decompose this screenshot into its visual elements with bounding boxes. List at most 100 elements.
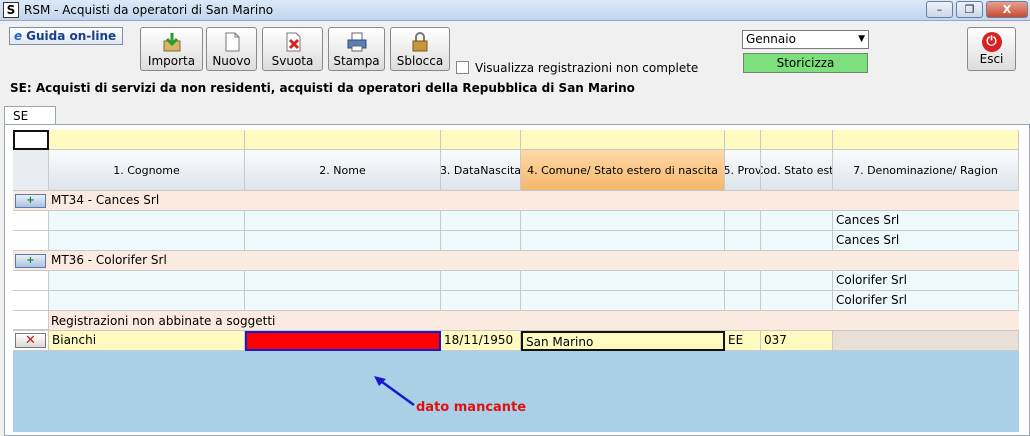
cell-comune[interactable] (521, 271, 725, 291)
cell-comune[interactable] (521, 231, 725, 251)
cell-data-nascita[interactable] (441, 211, 521, 231)
cell-prov[interactable] (725, 231, 761, 251)
cell-denominazione[interactable]: Colorifer Srl (833, 291, 1019, 311)
import-icon (161, 31, 183, 53)
new-document-icon (221, 31, 243, 53)
lock-icon (409, 31, 431, 53)
cell-comune[interactable] (521, 211, 725, 231)
cell-nome-missing[interactable] (245, 331, 441, 351)
cell-prov[interactable] (725, 271, 761, 291)
header-prov[interactable]: 5. Prov (725, 150, 761, 191)
cell-cod-stato[interactable] (761, 231, 833, 251)
table-row[interactable]: Colorifer Srl (13, 291, 1019, 311)
filter-denominazione[interactable] (833, 130, 1019, 150)
grid-panel: 1. Cognome 2. Nome 3. DataNascita 4. Com… (4, 124, 1030, 436)
row-selector[interactable] (13, 271, 49, 291)
annotation-arrow-icon (374, 376, 415, 407)
cell-denominazione[interactable]: Colorifer Srl (833, 271, 1019, 291)
cell-data-nascita[interactable] (441, 291, 521, 311)
cell-prov[interactable]: EE (725, 331, 761, 351)
filter-prov[interactable] (725, 130, 761, 150)
cell-prov[interactable] (725, 291, 761, 311)
cell-data-nascita[interactable] (441, 231, 521, 251)
cell-denominazione[interactable]: Cances Srl (833, 231, 1019, 251)
filter-comune[interactable] (521, 130, 725, 150)
title-bar: S RSM - Acquisti da operatori di San Mar… (0, 0, 1030, 21)
header-cod-stato[interactable]: 6. Cod. Stato estero (761, 150, 833, 191)
filter-cognome[interactable] (49, 130, 245, 150)
esci-button[interactable]: ⏻ Esci (967, 27, 1016, 71)
cell-cognome[interactable]: Bianchi (49, 331, 245, 351)
row-selector[interactable] (13, 231, 49, 251)
unlinked-group-row: Registrazioni non abbinate a soggetti (13, 311, 1019, 331)
cell-cod-stato[interactable] (761, 291, 833, 311)
group-label: MT36 - Colorifer Srl (51, 253, 167, 267)
page-heading: SE: Acquisti di servizi da non residenti… (10, 81, 635, 95)
cell-nome[interactable] (245, 211, 441, 231)
row-selector[interactable] (13, 311, 49, 330)
cell-data-nascita[interactable]: 18/11/1950 (441, 331, 521, 351)
row-selector[interactable] (13, 291, 49, 311)
tab-se[interactable]: SE (4, 106, 56, 125)
cell-denominazione[interactable] (833, 331, 1019, 351)
close-button[interactable]: X (986, 1, 1028, 18)
edit-row[interactable]: ✕ Bianchi 18/11/1950 San Marino EE 037 (13, 331, 1019, 351)
filter-row (13, 130, 1019, 150)
svuota-button[interactable]: Svuota (262, 27, 323, 71)
cell-denominazione[interactable]: Cances Srl (833, 211, 1019, 231)
cell-nome[interactable] (245, 231, 441, 251)
cell-cognome[interactable] (49, 231, 245, 251)
filter-nome[interactable] (245, 130, 441, 150)
filter-cod-stato[interactable] (761, 130, 833, 150)
cell-cognome[interactable] (49, 211, 245, 231)
chevron-down-icon: ▼ (858, 34, 865, 44)
stampa-button[interactable]: Stampa (328, 27, 385, 71)
data-grid: 1. Cognome 2. Nome 3. DataNascita 4. Com… (13, 130, 1019, 432)
header-cognome[interactable]: 1. Cognome (49, 150, 245, 191)
cell-data-nascita[interactable] (441, 271, 521, 291)
cell-comune[interactable] (521, 291, 725, 311)
table-row[interactable]: Cances Srl (13, 231, 1019, 251)
cell-cognome[interactable] (49, 271, 245, 291)
nuovo-button[interactable]: Nuovo (206, 27, 257, 71)
cell-comune[interactable]: San Marino (521, 331, 725, 351)
header-denominazione[interactable]: 7. Denominazione/ Ragion (833, 150, 1019, 191)
table-row[interactable]: Colorifer Srl (13, 271, 1019, 291)
help-online-button[interactable]: e Guida on-line (9, 27, 123, 45)
delete-cell: ✕ (13, 331, 49, 351)
expand-group-icon[interactable]: + (15, 254, 46, 268)
incomplete-registrations-toggle[interactable]: Visualizza registrazioni non complete (456, 61, 698, 75)
help-online-label: Guida on-line (26, 29, 117, 43)
cell-nome[interactable] (245, 291, 441, 311)
sblocca-button[interactable]: Sblocca (390, 27, 450, 71)
missing-data-annotation: dato mancante (416, 400, 527, 415)
importa-button[interactable]: Importa (140, 27, 203, 71)
header-nome[interactable]: 2. Nome (245, 150, 441, 191)
cell-cod-stato[interactable] (761, 211, 833, 231)
filter-data-nascita[interactable] (441, 130, 521, 150)
group-row[interactable]: + MT36 - Colorifer Srl (13, 251, 1019, 271)
cell-cod-stato[interactable] (761, 271, 833, 291)
cell-nome[interactable] (245, 271, 441, 291)
maximize-button[interactable]: ❐ (956, 1, 983, 18)
cell-prov[interactable] (725, 211, 761, 231)
table-row[interactable]: Cances Srl (13, 211, 1019, 231)
window-title: RSM - Acquisti da operatori di San Marin… (24, 3, 274, 17)
row-selector[interactable] (13, 211, 49, 231)
month-select[interactable]: Gennaio ▼ (742, 30, 869, 49)
nuovo-label: Nuovo (212, 54, 251, 68)
minimize-button[interactable]: – (926, 1, 953, 18)
cell-cognome[interactable] (49, 291, 245, 311)
storicizza-button[interactable]: Storicizza (743, 53, 868, 73)
printer-icon (346, 31, 368, 53)
expand-group-icon[interactable]: + (15, 194, 46, 208)
incomplete-registrations-checkbox[interactable] (456, 61, 469, 74)
header-data-nascita[interactable]: 3. DataNascita (441, 150, 521, 191)
importa-label: Importa (147, 54, 196, 68)
delete-row-button[interactable]: ✕ (15, 333, 46, 348)
cell-cod-stato[interactable]: 037 (761, 331, 833, 351)
filter-selector-cell[interactable] (13, 130, 49, 150)
month-select-value: Gennaio (746, 32, 796, 46)
header-comune[interactable]: 4. Comune/ Stato estero di nascita (521, 150, 725, 191)
group-row[interactable]: + MT34 - Cances Srl (13, 191, 1019, 211)
